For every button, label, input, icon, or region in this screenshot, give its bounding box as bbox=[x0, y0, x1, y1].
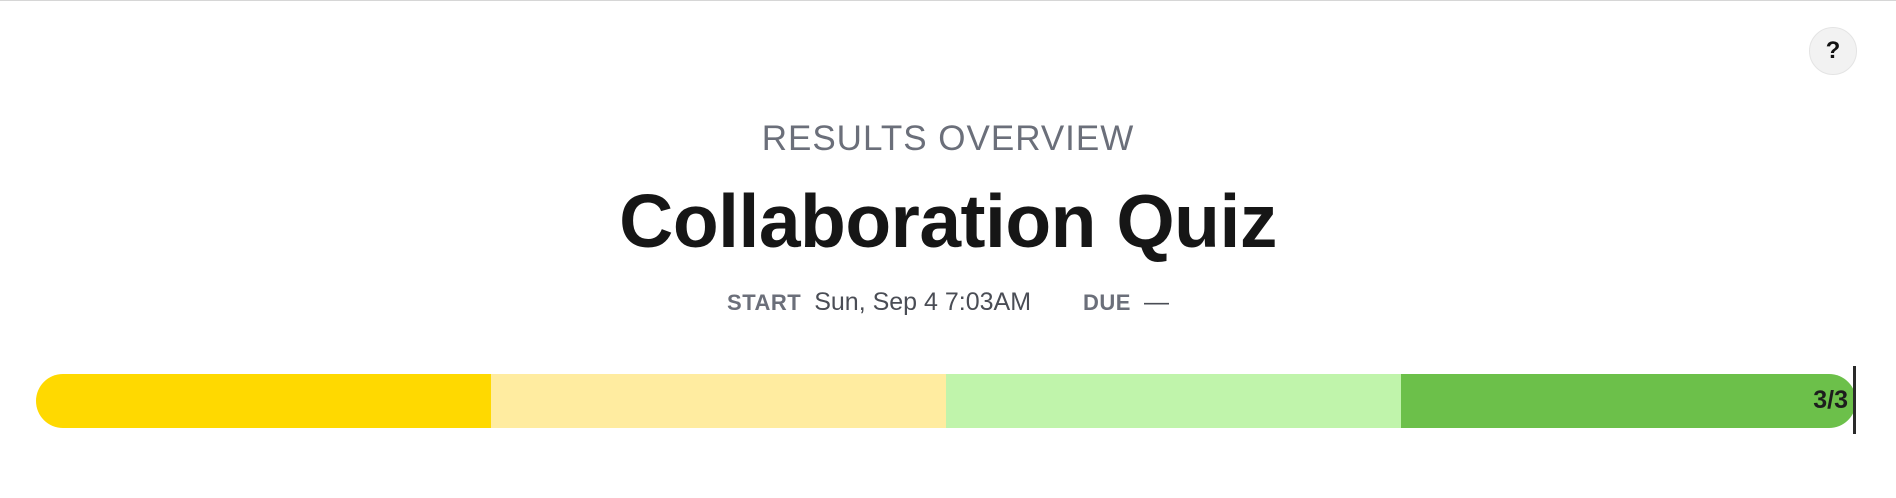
score-label: 3/3 bbox=[1813, 386, 1848, 414]
due-label: DUE bbox=[1083, 290, 1131, 315]
score-progress-bar bbox=[36, 374, 1856, 428]
start-label: START bbox=[727, 290, 802, 315]
progress-segment-3 bbox=[946, 374, 1401, 428]
start-value: Sun, Sep 4 7:03AM bbox=[814, 288, 1032, 316]
top-divider bbox=[0, 0, 1896, 1]
question-mark-icon: ? bbox=[1825, 37, 1841, 64]
due-value: — bbox=[1143, 288, 1169, 316]
help-button[interactable]: ? bbox=[1809, 27, 1857, 75]
quiz-meta: START Sun, Sep 4 7:03AM DUE — bbox=[0, 288, 1896, 317]
page-header: RESULTS OVERVIEW Collaboration Quiz bbox=[0, 118, 1896, 264]
progress-segment-2 bbox=[491, 374, 946, 428]
progress-segment-4 bbox=[1401, 374, 1856, 428]
progress-segment-1 bbox=[36, 374, 491, 428]
section-eyebrow: RESULTS OVERVIEW bbox=[761, 119, 1135, 158]
page-title: Collaboration Quiz bbox=[619, 179, 1277, 263]
score-marker bbox=[1853, 366, 1856, 434]
